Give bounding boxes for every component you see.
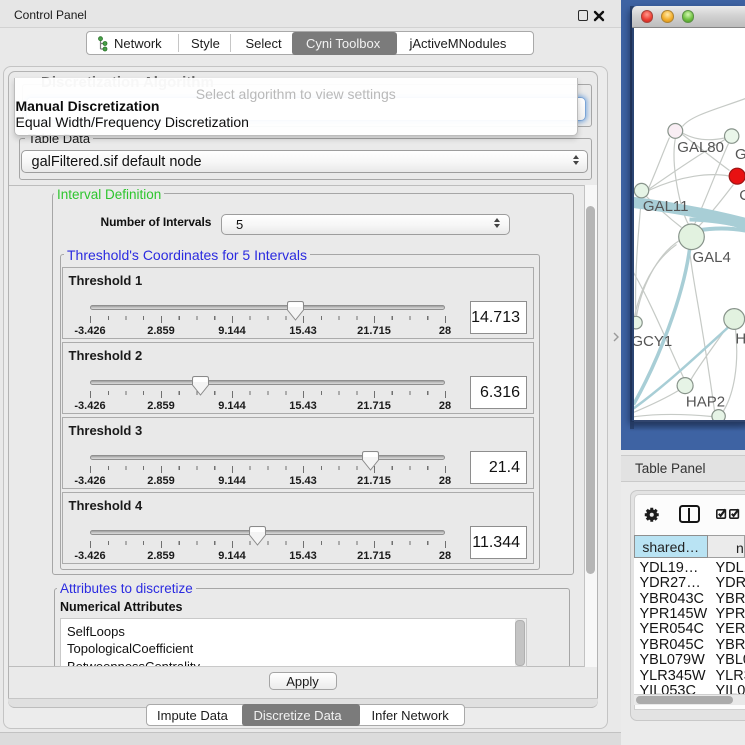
svg-text:HA: HA xyxy=(735,330,745,347)
svg-text:HAP2: HAP2 xyxy=(685,393,724,410)
svg-text:G.: G. xyxy=(735,146,745,163)
svg-text:GCY1: GCY1 xyxy=(634,333,672,350)
svg-text:CR: CR xyxy=(739,187,745,204)
svg-text:GAL4: GAL4 xyxy=(692,249,730,266)
svg-text:GAL80: GAL80 xyxy=(677,139,724,156)
svg-text:GAL11: GAL11 xyxy=(642,198,688,215)
